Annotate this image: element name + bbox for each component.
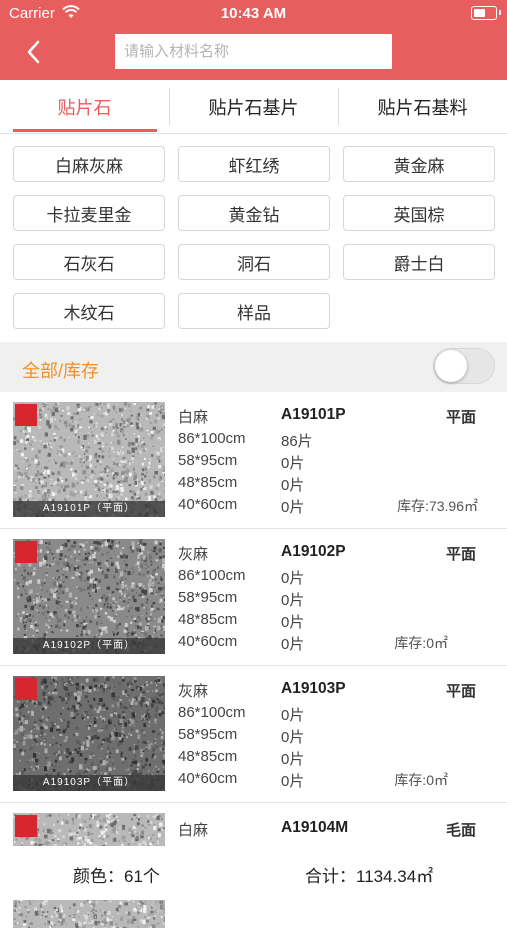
size-label: 58*95cm — [178, 589, 237, 606]
size-label: 40*60cm — [178, 496, 237, 513]
size-qty: 0片 — [281, 589, 304, 610]
stock-amount: 库存:0㎡ — [394, 770, 448, 790]
category-chip[interactable]: 黄金麻 — [343, 146, 495, 182]
size-label: 40*60cm — [178, 770, 237, 787]
thumbnail-caption: A19103P（平面） — [13, 775, 165, 791]
category-chip[interactable]: 爵士白 — [343, 244, 495, 280]
category-chip[interactable]: 虾红绣 — [178, 146, 330, 182]
tab-tiepianshi[interactable]: 贴片石 — [0, 80, 169, 133]
size-qty: 0片 — [281, 704, 304, 725]
stock-filter-bar: 全部/库存 — [0, 342, 507, 392]
finish-type: 毛面 — [446, 819, 476, 840]
summary-footer: 颜色：61个 合计：1134.34㎡ — [0, 846, 507, 900]
brand-logo-icon — [15, 541, 37, 563]
category-chip[interactable]: 洞石 — [178, 244, 330, 280]
size-qty: 0片 — [281, 726, 304, 747]
size-qty: 0片 — [281, 748, 304, 769]
stone-code: A19101P — [281, 406, 346, 424]
stock-toggle[interactable] — [433, 348, 495, 384]
status-bar: Carrier 10:43 AM — [0, 0, 507, 28]
battery-tip — [499, 10, 501, 15]
tab-tiepianshi-jiliao[interactable]: 贴片石基料 — [338, 80, 507, 133]
size-qty: 0片 — [281, 770, 304, 791]
size-qty: 0片 — [281, 633, 304, 654]
stone-code: A19103P — [281, 680, 346, 698]
category-chip[interactable]: 黄金钻 — [178, 195, 330, 231]
back-button[interactable] — [18, 36, 48, 68]
stone-name: 灰麻 — [178, 680, 208, 701]
stone-thumbnail: A19101P（平面） — [13, 402, 165, 517]
stone-thumbnail: A19103P（平面） — [13, 676, 165, 791]
size-qty: 0片 — [281, 474, 304, 495]
color-count: 颜色：61个 — [73, 862, 160, 887]
size-label: 48*85cm — [178, 748, 237, 765]
size-label: 48*85cm — [178, 474, 237, 491]
clock: 10:43 AM — [0, 5, 507, 22]
size-label: 58*95cm — [178, 452, 237, 469]
stone-code: A19104M — [281, 819, 348, 837]
category-chip[interactable]: 样品 — [178, 293, 330, 329]
size-qty: 0片 — [281, 567, 304, 588]
category-grid: 白麻灰麻 虾红绣 黄金麻 卡拉麦里金 黄金钻 英国棕 石灰石 洞石 爵士白 木纹… — [13, 146, 495, 329]
active-tab-indicator — [13, 129, 157, 132]
finish-type: 平面 — [446, 680, 476, 701]
category-chip[interactable]: 英国棕 — [343, 195, 495, 231]
chevron-left-icon — [26, 40, 40, 64]
brand-logo-icon — [15, 815, 37, 837]
size-qty: 86片 — [281, 430, 313, 451]
category-chip[interactable]: 卡拉麦里金 — [13, 195, 165, 231]
category-chip[interactable]: 白麻灰麻 — [13, 146, 165, 182]
size-label: 86*100cm — [178, 567, 246, 584]
finish-type: 平面 — [446, 406, 476, 427]
total-area: 合计：1134.34㎡ — [305, 862, 433, 887]
size-label: 86*100cm — [178, 430, 246, 447]
stone-name: 白麻 — [178, 819, 208, 840]
size-qty: 0片 — [281, 611, 304, 632]
list-item[interactable]: A19103P（平面） 灰麻 A19103P 平面 86*100cm 0片 58… — [0, 666, 507, 803]
finish-type: 平面 — [446, 543, 476, 564]
list-item[interactable]: A19102P（平面） 灰麻 A19102P 平面 86*100cm 0片 58… — [0, 529, 507, 666]
category-chip[interactable]: 石灰石 — [13, 244, 165, 280]
stock-amount: 库存:0㎡ — [394, 633, 448, 653]
stone-name: 灰麻 — [178, 543, 208, 564]
size-label: 86*100cm — [178, 704, 246, 721]
thumbnail-caption: A19102P（平面） — [13, 638, 165, 654]
header-bar: Carrier 10:43 AM — [0, 0, 507, 80]
stock-amount: 库存:73.96㎡ — [397, 496, 478, 516]
tab-bar: 贴片石 贴片石基片 贴片石基料 — [0, 80, 507, 134]
size-qty: 0片 — [281, 452, 304, 473]
size-qty: 0片 — [281, 496, 304, 517]
list-item[interactable]: A19101P（平面） 白麻 A19101P 平面 86*100cm 86片 5… — [0, 392, 507, 529]
thumbnail-caption: A19101P（平面） — [13, 501, 165, 517]
brand-logo-icon — [15, 404, 37, 426]
brand-logo-icon — [15, 678, 37, 700]
tab-tiepianshi-jipian[interactable]: 贴片石基片 — [169, 80, 338, 133]
toggle-knob — [435, 350, 467, 382]
search-input[interactable] — [115, 34, 392, 69]
filter-label: 全部/库存 — [22, 357, 99, 383]
stone-thumbnail: A19102P（平面） — [13, 539, 165, 654]
size-label: 48*85cm — [178, 611, 237, 628]
battery-icon — [471, 6, 497, 20]
stone-name: 白麻 — [178, 406, 208, 427]
size-label: 40*60cm — [178, 633, 237, 650]
size-label: 58*95cm — [178, 726, 237, 743]
stone-code: A19102P — [281, 543, 346, 561]
category-chip[interactable]: 木纹石 — [13, 293, 165, 329]
